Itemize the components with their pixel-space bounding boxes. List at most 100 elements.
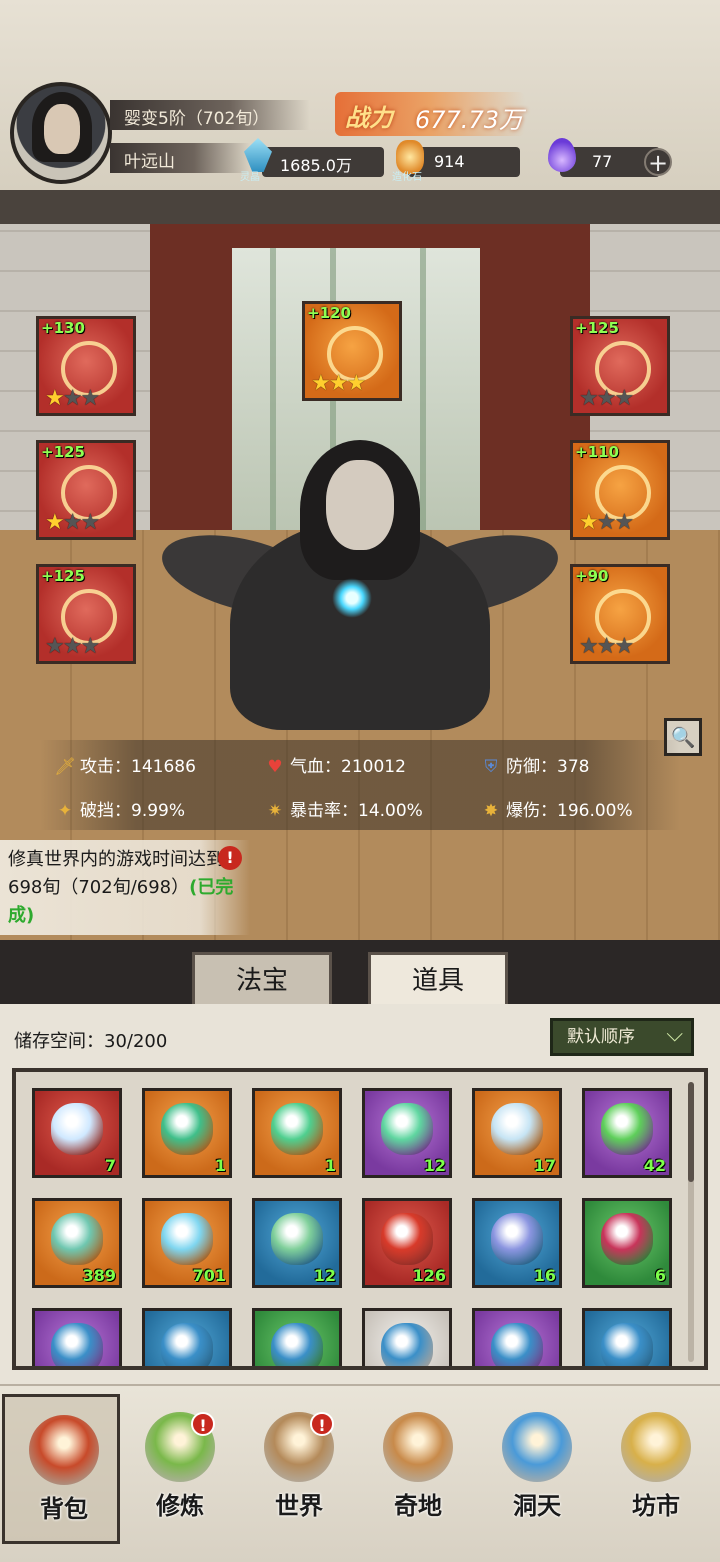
- star-filled-icon: ★: [45, 386, 65, 411]
- combat-power-value: 677.73万: [415, 106, 523, 134]
- item-count: 701: [192, 1266, 226, 1285]
- equip-slot-robe[interactable]: +125 ★★★: [36, 440, 136, 540]
- star-filled-icon: ★: [579, 510, 599, 535]
- inventory-item[interactable]: 126: [362, 1198, 452, 1288]
- stat-value: 暴击率：14.00%: [290, 801, 423, 821]
- equip-slot-talisman[interactable]: +120 ★★★: [302, 301, 402, 401]
- nav-bag[interactable]: 背包: [2, 1394, 120, 1544]
- star-filled-icon: ★: [328, 371, 349, 396]
- nav-world[interactable]: 世界!: [240, 1394, 358, 1544]
- inventory-item[interactable]: 16: [472, 1198, 562, 1288]
- alert-badge: !: [191, 1412, 215, 1436]
- blue-token-icon: [491, 1213, 543, 1265]
- heart-icon: ♥: [267, 757, 283, 777]
- character-face: [326, 460, 394, 550]
- inventory-grid: 7 1 1 12 17 42 389 701 12 126 16 6: [12, 1068, 708, 1370]
- item-count: 126: [412, 1266, 446, 1285]
- quest-alert-badge: !: [218, 846, 242, 870]
- realm-label: 婴变5阶（702旬）: [110, 100, 310, 130]
- jade-gourd-icon: [271, 1103, 323, 1155]
- nav-market[interactable]: 坊市: [597, 1394, 715, 1544]
- inventory-item[interactable]: 6: [582, 1198, 672, 1288]
- tab-daoju[interactable]: 道具: [368, 952, 508, 1004]
- treasure-chest-icon: [381, 1323, 433, 1366]
- nav-label: 坊市: [632, 1492, 680, 1520]
- inventory-item[interactable]: [472, 1308, 562, 1366]
- equip-slot-headband[interactable]: +125 ★★★: [570, 316, 670, 416]
- item-count: 17: [533, 1156, 556, 1175]
- shield-icon: ⛨: [484, 757, 498, 777]
- crit-damage-icon: ✸: [483, 801, 499, 821]
- shield-break-icon: ✦: [57, 801, 73, 821]
- inventory-item[interactable]: [252, 1308, 342, 1366]
- item-count: 16: [533, 1266, 556, 1285]
- inventory-scroll-thumb[interactable]: [688, 1082, 694, 1182]
- inventory-item[interactable]: 17: [472, 1088, 562, 1178]
- equip-stars: ★★★: [45, 634, 100, 659]
- stat-2: ⛨ 防御：378: [480, 752, 590, 777]
- inventory-item[interactable]: 12: [362, 1088, 452, 1178]
- lingjing-label: 灵晶: [240, 172, 260, 183]
- stat-4: ✷ 暴击率：14.00%: [264, 796, 423, 821]
- nav-cave[interactable]: 洞天: [478, 1394, 596, 1544]
- equip-slot-boots[interactable]: +125 ★★★: [36, 564, 136, 664]
- lightning-orb-icon: [601, 1103, 653, 1155]
- inventory-item[interactable]: [582, 1308, 672, 1366]
- player-avatar[interactable]: [10, 82, 112, 184]
- inventory-item[interactable]: [362, 1308, 452, 1366]
- inventory-item[interactable]: 42: [582, 1088, 672, 1178]
- nav-land[interactable]: 奇地: [359, 1394, 477, 1544]
- equip-level: +130: [41, 319, 85, 337]
- crystal-orb-icon: [51, 1103, 103, 1155]
- equip-level: +120: [307, 304, 351, 322]
- stat-3: ✦ 破挡：9.99%: [54, 796, 185, 821]
- stat-5: ✸ 爆伤：196.00%: [480, 796, 633, 821]
- star-empty-icon: ★: [80, 510, 100, 535]
- flame-value: 77: [592, 152, 613, 171]
- stat-1: ♥ 气血：210012: [264, 752, 406, 777]
- star-filled-icon: ★: [346, 371, 366, 396]
- spirit-orb: [332, 578, 372, 618]
- inventory-item[interactable]: 1: [142, 1088, 232, 1178]
- item-count: 1: [214, 1156, 226, 1175]
- portal-icon: [502, 1412, 572, 1482]
- equip-slot-ring[interactable]: +90 ★★★: [570, 564, 670, 664]
- combat-power-label: 战力: [345, 104, 393, 132]
- roof-beam: [0, 190, 720, 224]
- inventory-item[interactable]: 7: [32, 1088, 122, 1178]
- inventory-item[interactable]: 389: [32, 1198, 122, 1288]
- stat-value: 防御：378: [506, 757, 590, 777]
- sort-order-label: 默认顺序: [567, 1027, 635, 1047]
- star-empty-icon: ★: [62, 634, 83, 659]
- equip-slot-necklace[interactable]: +110 ★★★: [570, 440, 670, 540]
- star-empty-icon: ★: [614, 386, 634, 411]
- bamboo-stalk: [420, 248, 426, 548]
- add-resource-button[interactable]: +: [644, 148, 672, 176]
- sort-order-dropdown[interactable]: 默认顺序 ⌵: [550, 1018, 694, 1056]
- star-filled-icon: ★: [45, 510, 65, 535]
- equip-slot-weapon[interactable]: +130 ★★★: [36, 316, 136, 416]
- green-swirl-icon: [161, 1103, 213, 1155]
- star-empty-icon: ★: [596, 386, 617, 411]
- bamboo-stalk: [270, 248, 276, 548]
- inventory-item[interactable]: 701: [142, 1198, 232, 1288]
- star-empty-icon: ★: [596, 510, 617, 535]
- inventory-item[interactable]: 12: [252, 1198, 342, 1288]
- inventory-item[interactable]: [32, 1308, 122, 1366]
- inventory-item[interactable]: [142, 1308, 232, 1366]
- star-empty-icon: ★: [614, 510, 634, 535]
- tab-fabao[interactable]: 法宝: [192, 952, 332, 1004]
- treasure-chest-icon: [491, 1323, 543, 1366]
- purple-flame-icon: [548, 138, 576, 172]
- star-empty-icon: ★: [45, 634, 65, 659]
- item-count: 389: [82, 1266, 116, 1285]
- equip-level: +125: [41, 443, 85, 461]
- stat-value: 攻击：141686: [80, 757, 196, 777]
- star-empty-icon: ★: [62, 510, 83, 535]
- inventory-item[interactable]: 1: [252, 1088, 342, 1178]
- nav-cultivate[interactable]: 修炼!: [121, 1394, 239, 1544]
- equip-level: +90: [575, 567, 609, 585]
- nav-label: 洞天: [513, 1492, 561, 1520]
- star-empty-icon: ★: [579, 634, 599, 659]
- quest-tracker[interactable]: 修真世界内的游戏时间达到698旬（702旬/698）(已完成): [0, 840, 250, 935]
